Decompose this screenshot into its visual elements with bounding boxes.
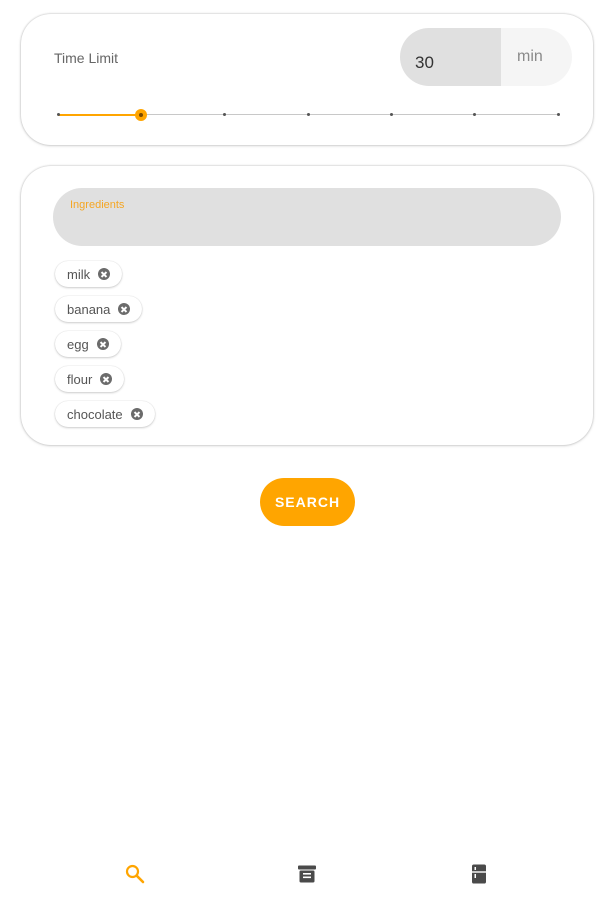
- fridge-icon: [472, 864, 486, 884]
- ingredient-chip-label: banana: [67, 301, 111, 317]
- slider-tick: [556, 113, 560, 116]
- ingredient-chip-label: flour: [67, 371, 93, 387]
- slider-tick: [389, 113, 393, 116]
- slider-tick: [223, 113, 227, 116]
- time-unit-label: min: [501, 28, 572, 86]
- slider-tick: [306, 113, 310, 116]
- slider-fill: [58, 114, 142, 116]
- ingredients-card: Ingredients milk banana egg flour chocolate: [21, 166, 593, 445]
- bottom-nav: [0, 842, 613, 900]
- archive-icon: [298, 865, 316, 883]
- slider-tick: [56, 113, 60, 116]
- ingredient-chip: chocolate: [55, 401, 155, 427]
- slider-thumb[interactable]: [135, 109, 148, 121]
- ingredient-chip: banana: [55, 296, 143, 322]
- remove-chip-icon[interactable]: [98, 268, 111, 280]
- remove-chip-icon[interactable]: [118, 303, 131, 315]
- ingredients-input[interactable]: [70, 216, 544, 240]
- ingredient-chip: egg: [55, 331, 121, 357]
- time-limit-card: Time Limit min: [21, 14, 593, 145]
- ingredient-chip: flour: [55, 366, 125, 392]
- ingredients-label: Ingredients: [70, 199, 125, 211]
- ingredient-chip-list: milk banana egg flour chocolate: [55, 261, 155, 436]
- remove-chip-icon[interactable]: [130, 408, 143, 420]
- nav-search[interactable]: [123, 862, 147, 886]
- slider-tick: [473, 113, 477, 116]
- time-limit-label: Time Limit: [54, 50, 119, 66]
- nav-archive[interactable]: [295, 862, 319, 886]
- time-limit-field: min: [400, 28, 572, 86]
- ingredient-chip-label: milk: [67, 266, 91, 282]
- nav-fridge[interactable]: [467, 862, 491, 886]
- ingredients-field[interactable]: Ingredients: [53, 188, 561, 246]
- ingredient-chip-label: chocolate: [67, 406, 123, 422]
- time-limit-input[interactable]: [400, 28, 501, 86]
- time-limit-slider[interactable]: [56, 109, 560, 121]
- ingredient-chip: milk: [55, 261, 123, 287]
- search-icon: [125, 864, 145, 884]
- remove-chip-icon[interactable]: [96, 338, 109, 350]
- search-button[interactable]: SEARCH: [260, 478, 355, 526]
- remove-chip-icon[interactable]: [100, 373, 113, 385]
- ingredient-chip-label: egg: [67, 336, 89, 352]
